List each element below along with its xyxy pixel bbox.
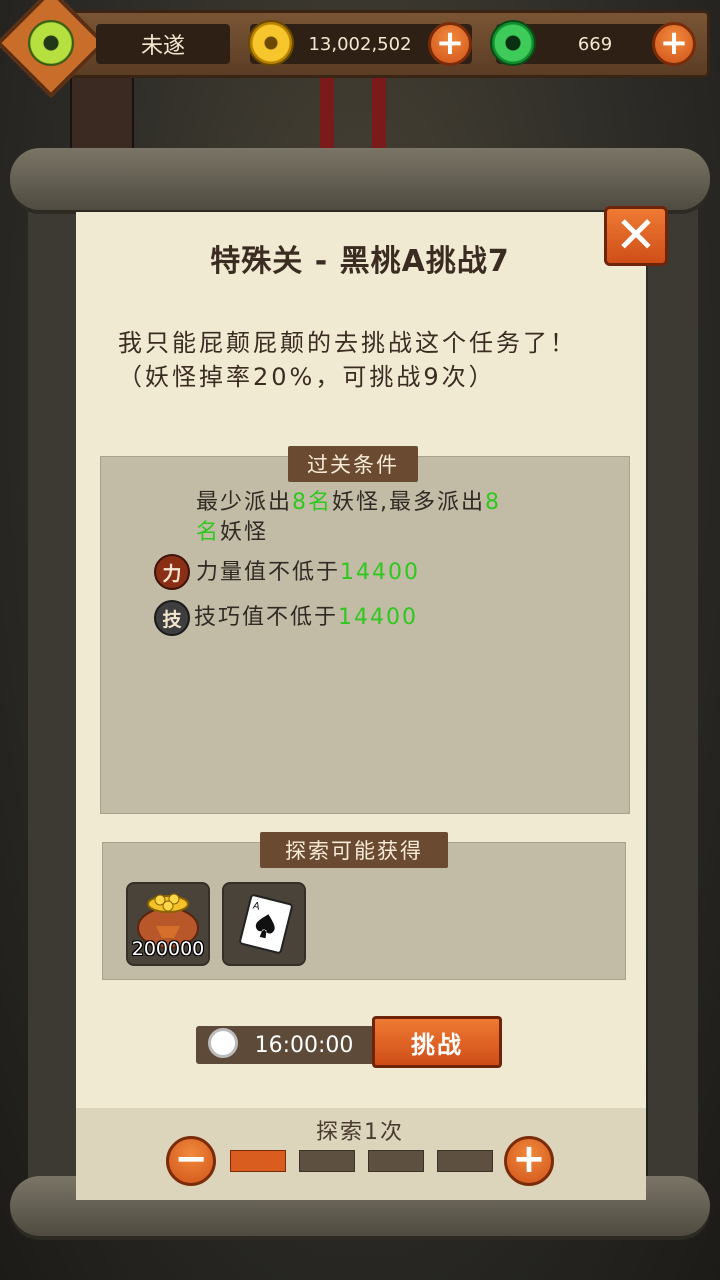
- challenge-button[interactable]: 挑战: [372, 1016, 502, 1068]
- explore-count: 探索1次: [316, 1120, 404, 1145]
- power-condition: 力量值不低于14400: [196, 560, 421, 585]
- avatar-icon[interactable]: [28, 20, 74, 66]
- svg-text:A: A: [252, 900, 261, 912]
- explore-segment: [230, 1150, 286, 1172]
- background-flag: [320, 70, 334, 160]
- skill-condition: 技巧值不低于14400: [194, 605, 419, 630]
- reward-count: 200000: [131, 938, 205, 960]
- rewards-header: 探索可能获得: [260, 832, 448, 868]
- power-icon: 力: [154, 554, 190, 590]
- explore-segment: [437, 1150, 493, 1172]
- increase-button[interactable]: +: [504, 1136, 554, 1186]
- explore-segment: [368, 1150, 424, 1172]
- add-coins-button[interactable]: +: [428, 22, 472, 66]
- scroll-roll-top: [10, 148, 710, 210]
- background-banner: [70, 70, 134, 154]
- stopwatch-icon: [208, 1028, 238, 1058]
- player-name: 未遂: [96, 24, 230, 64]
- coin-amount: 13,002,502: [308, 33, 412, 55]
- decrease-button[interactable]: −: [166, 1136, 216, 1186]
- conditions-header: 过关条件: [288, 446, 418, 482]
- dispatch-condition: 最少派出8名妖怪,最多派出8 名妖怪: [196, 490, 502, 545]
- close-icon[interactable]: ✕: [615, 206, 657, 264]
- scroll-side: [28, 200, 78, 1190]
- coin-icon: [248, 20, 294, 66]
- skill-icon: 技: [154, 600, 190, 636]
- jade-amount: 669: [577, 33, 613, 55]
- scroll-side: [648, 200, 698, 1190]
- add-jade-button[interactable]: +: [652, 22, 696, 66]
- close-button[interactable]: ✕: [604, 206, 668, 266]
- background-flag: [372, 70, 386, 160]
- jade-icon: [490, 20, 536, 66]
- timer-value: 16:00:00: [254, 1032, 354, 1058]
- explore-segment: [299, 1150, 355, 1172]
- dialog-description: 我只能屁颠屁颠的去挑战这个任务了！（妖怪掉率20%，可挑战9次）: [118, 329, 577, 391]
